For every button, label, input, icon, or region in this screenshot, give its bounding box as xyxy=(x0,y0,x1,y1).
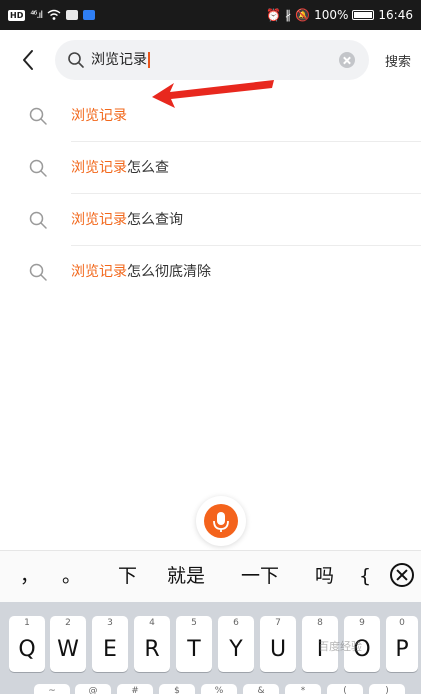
key-number: 7 xyxy=(275,618,281,628)
suggestion-text: 浏览记录怎么查询 xyxy=(71,210,183,230)
key-e[interactable]: 3E xyxy=(92,616,128,672)
candidate[interactable]: 下 xyxy=(118,564,137,588)
key-row2[interactable]: # xyxy=(117,684,153,694)
suggestion-item[interactable]: 浏览记录怎么彻底清除 xyxy=(0,246,421,298)
key-letter: E xyxy=(103,637,117,662)
suggestion-item[interactable]: 浏览记录怎么查询 xyxy=(0,194,421,246)
search-query-text: 浏览记录 xyxy=(91,52,147,68)
key-symbol: ~ xyxy=(48,686,56,694)
clock: 16:46 xyxy=(378,8,413,22)
suggestion-rest: 怎么彻底清除 xyxy=(127,264,211,280)
key-row2[interactable]: ( xyxy=(327,684,363,694)
key-letter: Y xyxy=(229,637,243,662)
notification-icon xyxy=(66,10,79,20)
bluetooth-icon: ∦ xyxy=(285,8,292,22)
key-letter: P xyxy=(395,637,409,662)
key-symbol: * xyxy=(300,686,306,694)
clear-icon[interactable] xyxy=(339,52,355,68)
suggestion-text: 浏览记录 xyxy=(71,106,127,126)
search-query[interactable]: 浏览记录 xyxy=(91,51,150,69)
key-u[interactable]: 7U xyxy=(260,616,296,672)
suggestion-highlight: 浏览记录 xyxy=(71,212,127,228)
status-left: HD ⁴⁶.ıl xyxy=(8,7,96,23)
key-symbol: ) xyxy=(385,686,389,694)
hd-badge: HD xyxy=(8,9,26,21)
key-number: 5 xyxy=(191,618,197,628)
suggestion-highlight: 浏览记录 xyxy=(71,108,127,124)
suggestion-item[interactable]: 浏览记录怎么查 xyxy=(0,142,421,194)
key-symbol: % xyxy=(214,686,224,694)
key-t[interactable]: 5T xyxy=(176,616,212,672)
key-w[interactable]: 2W xyxy=(50,616,86,672)
search-input[interactable]: 浏览记录 xyxy=(55,40,369,80)
ime-candidate-bar: ， 。 下 就是 一下 吗 { xyxy=(0,550,421,602)
key-q[interactable]: 1Q xyxy=(9,616,45,672)
battery-icon xyxy=(352,10,375,20)
alarm-icon: ⏰ xyxy=(266,8,282,22)
suggestion-text: 浏览记录怎么查 xyxy=(71,158,169,178)
voice-input-button[interactable] xyxy=(196,496,246,546)
key-number: 6 xyxy=(233,618,239,628)
key-number: 4 xyxy=(149,618,155,628)
candidate[interactable]: 吗 xyxy=(315,564,334,588)
candidate[interactable]: 就是 xyxy=(167,564,205,588)
magnifier-icon xyxy=(29,159,47,177)
mute-icon: 🔕 xyxy=(295,8,311,22)
key-row2[interactable]: ~ xyxy=(34,684,70,694)
suggestion-highlight: 浏览记录 xyxy=(71,264,127,280)
magnifier-icon xyxy=(29,263,47,281)
key-y[interactable]: 6Y xyxy=(218,616,254,672)
key-row2[interactable]: $ xyxy=(159,684,195,694)
key-symbol: $ xyxy=(174,686,180,694)
status-right: ⏰ ∦ 🔕 100% 16:46 xyxy=(266,6,413,24)
wifi-icon xyxy=(47,9,61,20)
key-letter: T xyxy=(187,637,201,662)
signal-icon: ⁴⁶.ıl xyxy=(30,9,43,21)
key-symbol: ( xyxy=(343,686,347,694)
candidate[interactable]: ， xyxy=(20,564,39,588)
microphone-icon xyxy=(204,504,238,538)
app-notification-icon xyxy=(83,10,96,20)
key-number: 8 xyxy=(317,618,323,628)
text-caret xyxy=(148,52,150,68)
search-header: 浏览记录 搜索 xyxy=(0,38,421,108)
key-symbol: # xyxy=(131,686,139,694)
watermark: 百度经验 xyxy=(318,640,362,653)
key-letter: Q xyxy=(18,637,36,662)
key-number: 9 xyxy=(359,618,365,628)
key-row2[interactable]: & xyxy=(243,684,279,694)
magnifier-icon xyxy=(68,52,84,68)
magnifier-icon xyxy=(29,211,47,229)
chevron-left-icon[interactable] xyxy=(18,47,40,73)
key-r[interactable]: 4R xyxy=(134,616,170,672)
key-row2[interactable]: % xyxy=(201,684,237,694)
key-row2[interactable]: ) xyxy=(369,684,405,694)
close-candidates-icon[interactable] xyxy=(390,563,414,587)
key-number: 3 xyxy=(107,618,113,628)
key-number: 2 xyxy=(65,618,71,628)
key-number: 1 xyxy=(24,618,30,628)
magnifier-icon xyxy=(29,107,47,125)
key-p[interactable]: 0P xyxy=(386,616,418,672)
suggestion-text: 浏览记录怎么彻底清除 xyxy=(71,262,211,282)
key-symbol: & xyxy=(257,686,265,694)
microphone-glyph xyxy=(213,512,229,532)
suggestion-rest: 怎么查询 xyxy=(127,212,183,228)
key-letter: W xyxy=(57,637,79,662)
candidate[interactable]: 。 xyxy=(62,564,81,588)
key-row2[interactable]: * xyxy=(285,684,321,694)
suggestion-item[interactable]: 浏览记录 xyxy=(0,90,421,142)
search-button[interactable]: 搜索 xyxy=(385,51,411,70)
suggestion-rest: 怎么查 xyxy=(127,160,169,176)
key-row2[interactable]: @ xyxy=(75,684,111,694)
suggestion-highlight: 浏览记录 xyxy=(71,160,127,176)
key-symbol: @ xyxy=(88,686,98,694)
status-bar: HD ⁴⁶.ıl ⏰ ∦ 🔕 100% 16:46 xyxy=(0,0,421,30)
candidate[interactable]: { xyxy=(359,564,371,588)
key-number: 0 xyxy=(399,618,405,628)
key-letter: R xyxy=(144,637,160,662)
battery-percent: 100% xyxy=(314,8,349,22)
key-letter: U xyxy=(269,637,287,662)
candidate[interactable]: 一下 xyxy=(241,564,279,588)
